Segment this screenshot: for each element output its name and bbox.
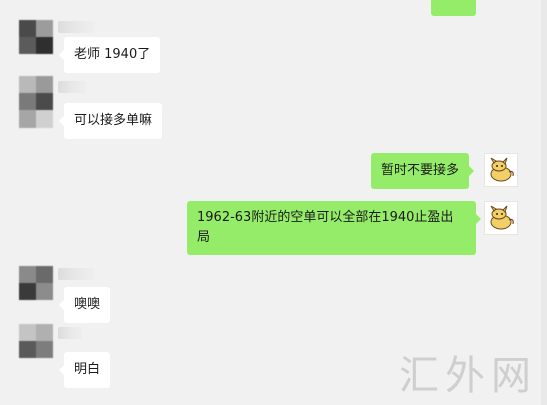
contact-avatar[interactable] — [19, 324, 53, 372]
outgoing-message-bubble[interactable]: 1962-63附近的空单可以全部在1940止盈出局 — [187, 201, 481, 255]
watermark: 汇外网 — [399, 353, 537, 399]
contact-avatar[interactable] — [19, 20, 53, 56]
scrollbar[interactable] — [541, 0, 547, 405]
message-text: 老师 1940了 — [74, 47, 151, 62]
previous-outgoing-bubble[interactable] — [431, 0, 476, 16]
message-bubble[interactable]: 可以接多单嘛 — [58, 103, 163, 139]
contact-name-blurred — [58, 21, 94, 33]
contact-name-blurred — [58, 81, 86, 93]
contact-avatar[interactable] — [19, 76, 53, 128]
message-text: 暂时不要接多 — [381, 163, 460, 178]
outgoing-message-bubble[interactable]: 暂时不要接多 — [371, 153, 475, 189]
message-bubble[interactable]: 明白 — [58, 352, 111, 388]
self-avatar[interactable] — [484, 153, 518, 187]
contact-name-blurred — [58, 327, 82, 339]
message-bubble[interactable]: 老师 1940了 — [58, 37, 161, 73]
self-avatar[interactable] — [484, 201, 518, 235]
message-text: 明白 — [74, 362, 101, 377]
contact-name-blurred — [58, 268, 94, 280]
message-bubble[interactable]: 噢噢 — [58, 287, 111, 323]
message-text: 1962-63附近的空单可以全部在1940止盈出局 — [197, 210, 454, 245]
message-text: 噢噢 — [74, 297, 101, 312]
chat-window: 老师 1940了 可以接多单嘛 暂时不要接多 1962-63附近的空单可以全部在… — [0, 0, 547, 405]
message-text: 可以接多单嘛 — [74, 113, 153, 128]
contact-avatar[interactable] — [19, 266, 53, 304]
cartoon-character-icon — [490, 157, 514, 182]
cartoon-character-icon — [490, 205, 514, 230]
